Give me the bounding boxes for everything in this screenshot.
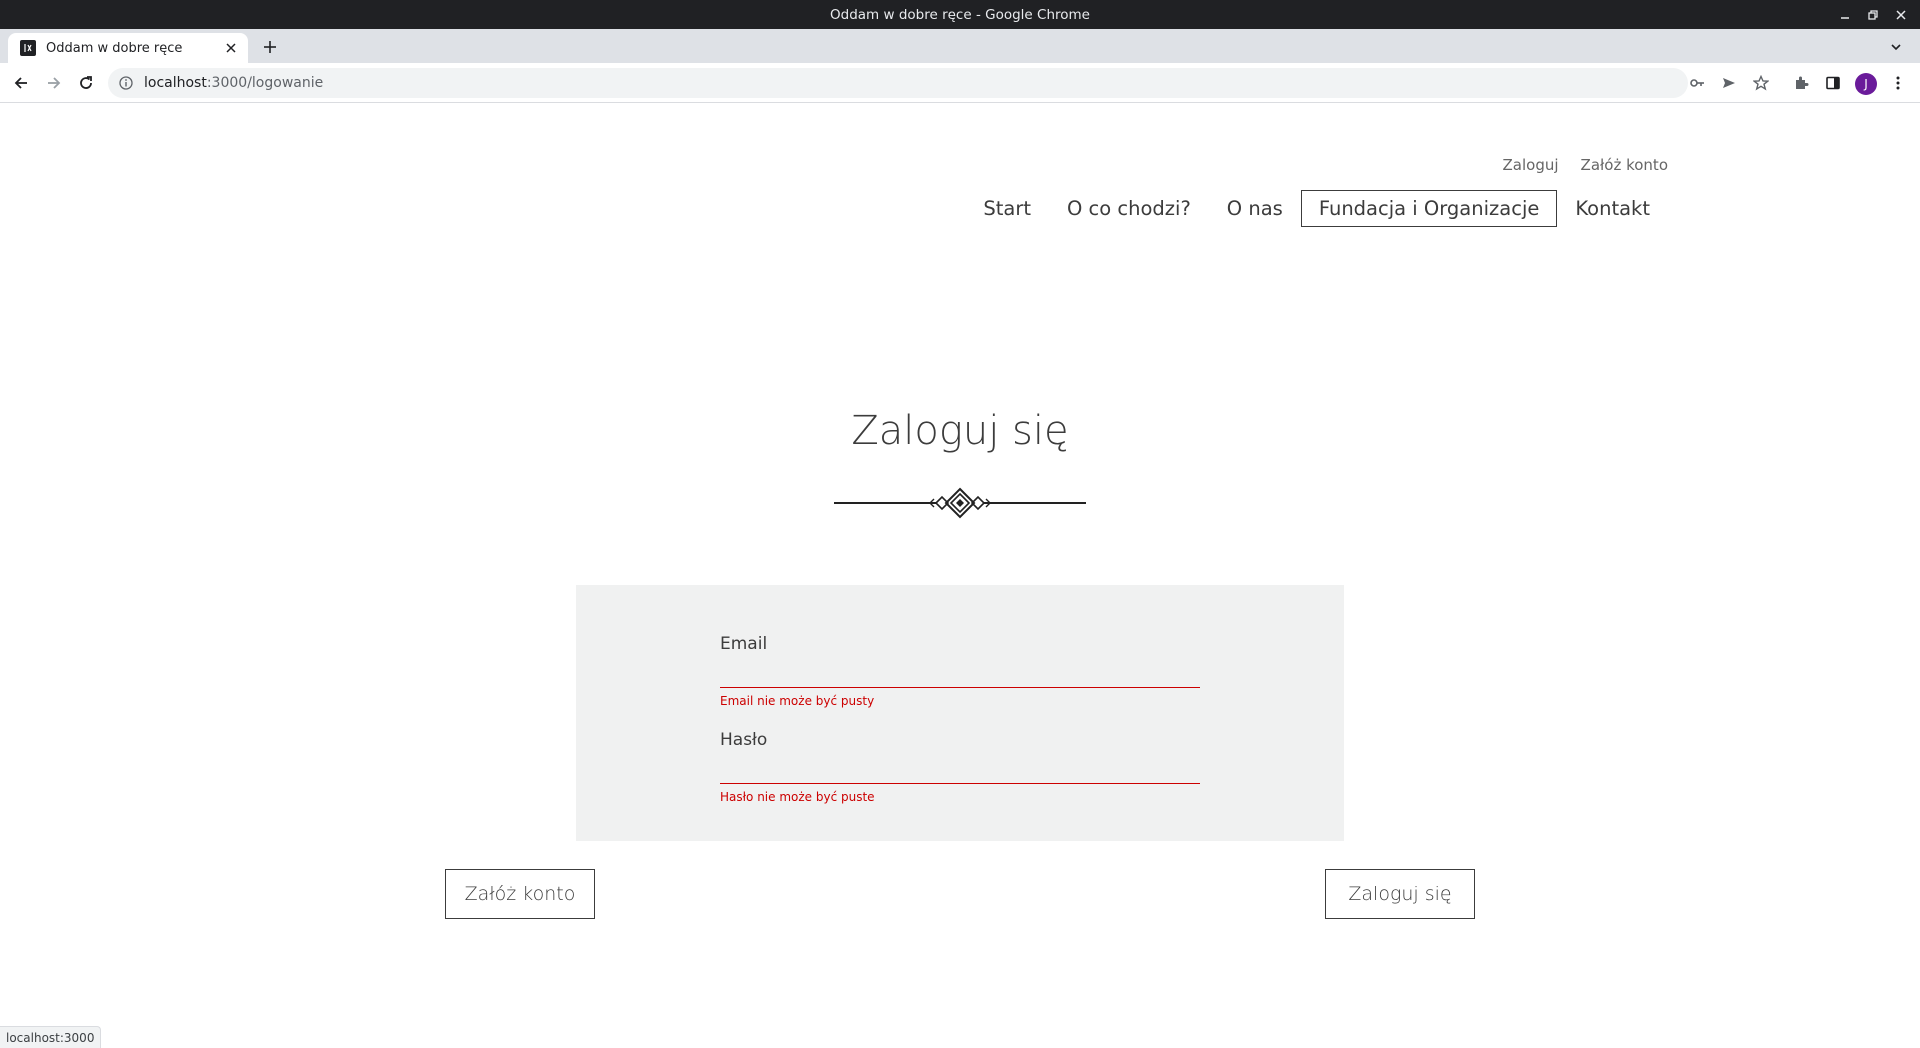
send-to-device-icon[interactable]	[1717, 71, 1741, 95]
nav-about-us[interactable]: O nas	[1209, 190, 1301, 227]
email-error: Email nie może być pusty	[720, 694, 875, 708]
url-host: localhost	[144, 75, 207, 91]
page-content: Zaloguj Załóż konto Start O co chodzi? O…	[0, 104, 1920, 1048]
email-field-group: Email Email nie może być pusty	[720, 634, 1200, 708]
nav-start[interactable]: Start	[965, 190, 1049, 227]
password-input[interactable]	[720, 756, 1200, 784]
chrome-menu-icon[interactable]	[1886, 71, 1910, 95]
tab-title: Oddam w dobre ręce	[46, 40, 183, 56]
window-titlebar: Oddam w dobre ręce - Google Chrome	[0, 0, 1920, 29]
tab-search-chevron-icon[interactable]	[1884, 35, 1908, 59]
back-arrow-icon[interactable]	[9, 71, 33, 95]
password-label: Hasło	[720, 730, 768, 750]
close-tab-icon[interactable]	[222, 39, 240, 57]
bookmark-star-icon[interactable]	[1749, 71, 1773, 95]
forward-arrow-icon[interactable]	[42, 71, 66, 95]
register-link[interactable]: Załóż konto	[1581, 156, 1668, 174]
close-window-icon[interactable]	[1890, 4, 1912, 26]
minimize-icon[interactable]	[1834, 4, 1856, 26]
login-form: Email Email nie może być pusty Hasło Has…	[576, 585, 1344, 841]
email-label: Email	[720, 634, 768, 654]
login-link[interactable]: Zaloguj	[1503, 156, 1559, 174]
nav-foundations[interactable]: Fundacja i Organizacje	[1300, 190, 1558, 227]
reload-icon[interactable]	[74, 71, 98, 95]
side-panel-icon[interactable]	[1821, 71, 1845, 95]
decoration-ornament-icon	[834, 487, 1086, 519]
url-text: localhost:3000/logowanie	[144, 75, 323, 91]
password-error: Hasło nie może być puste	[720, 790, 875, 804]
status-bar: localhost:3000	[0, 1026, 102, 1048]
site-favicon-icon	[20, 40, 36, 56]
password-field-group: Hasło Hasło nie może być puste	[720, 730, 1200, 804]
url-path: :3000/logowanie	[206, 75, 324, 91]
restore-icon[interactable]	[1862, 4, 1884, 26]
main-navigation: Start O co chodzi? O nas Fundacja i Orga…	[965, 190, 1668, 227]
auth-links: Zaloguj Załóż konto	[1503, 156, 1668, 174]
window-title: Oddam w dobre ręce - Google Chrome	[830, 6, 1090, 23]
tab-strip: Oddam w dobre ręce	[0, 29, 1920, 63]
new-tab-icon[interactable]	[258, 35, 282, 59]
window-controls	[1834, 0, 1912, 29]
submit-login-button[interactable]: Zaloguj się	[1325, 869, 1475, 919]
page-title: Zaloguj się	[851, 408, 1069, 454]
profile-avatar[interactable]: J	[1855, 73, 1877, 95]
email-input[interactable]	[720, 660, 1200, 688]
password-key-icon[interactable]	[1685, 71, 1709, 95]
site-info-icon[interactable]	[118, 75, 134, 91]
register-button[interactable]: Załóż konto	[445, 869, 595, 919]
nav-contact[interactable]: Kontakt	[1557, 190, 1668, 227]
browser-toolbar: localhost:3000/logowanie J	[0, 63, 1920, 103]
browser-tab[interactable]: Oddam w dobre ręce	[8, 33, 248, 63]
extensions-puzzle-icon[interactable]	[1789, 71, 1813, 95]
address-bar[interactable]: localhost:3000/logowanie	[108, 68, 1688, 98]
nav-about-idea[interactable]: O co chodzi?	[1049, 190, 1209, 227]
